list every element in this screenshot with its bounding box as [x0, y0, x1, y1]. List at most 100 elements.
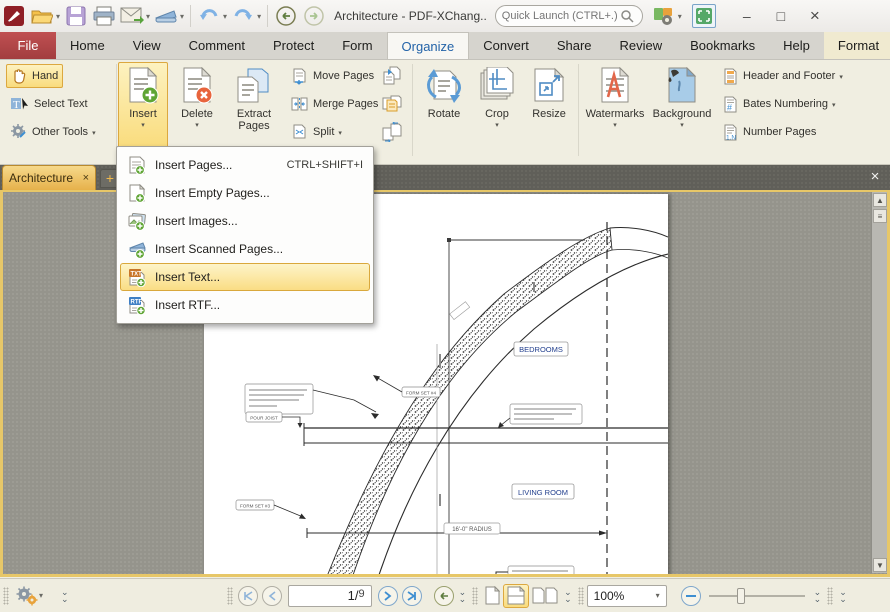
- previous-page-button[interactable]: [262, 586, 282, 606]
- select-text-button[interactable]: T Select Text: [6, 92, 93, 116]
- print-button[interactable]: [91, 3, 117, 29]
- customize-ui-button[interactable]: [651, 3, 677, 29]
- replace-pages-button[interactable]: [380, 92, 404, 116]
- statusbar-overflow-button[interactable]: ⌄⌄: [836, 584, 850, 608]
- forward-button[interactable]: [301, 3, 327, 29]
- other-tools-button[interactable]: Other Tools ▾: [6, 120, 101, 144]
- statusbar-handle[interactable]: [3, 587, 9, 605]
- fullscreen-button[interactable]: [692, 4, 716, 28]
- zoom-handle[interactable]: [578, 587, 584, 605]
- statusbar-options-caret[interactable]: ▾: [39, 591, 43, 600]
- document-tab-architecture[interactable]: Architecture ×: [2, 165, 96, 190]
- open-file-button[interactable]: [29, 3, 55, 29]
- resize-button[interactable]: Resize: [524, 62, 574, 148]
- watermarks-button[interactable]: Watermarks ▾: [584, 62, 646, 148]
- insert-button[interactable]: Insert ▾: [118, 62, 168, 148]
- quick-launch-box[interactable]: [495, 5, 643, 27]
- delete-button[interactable]: Delete ▾: [172, 62, 222, 148]
- tab-help[interactable]: Help: [769, 32, 824, 59]
- tab-share[interactable]: Share: [543, 32, 606, 59]
- undo-button[interactable]: [196, 3, 222, 29]
- menu-item-insert-scanned-pages[interactable]: Insert Scanned Pages...: [120, 235, 370, 263]
- split-button[interactable]: Split ▾: [286, 120, 347, 144]
- close-document-icon[interactable]: ×: [864, 167, 886, 187]
- layout-more-button[interactable]: ⌄⌄: [561, 584, 575, 608]
- merge-pages-button[interactable]: Merge Pages: [286, 92, 383, 116]
- redo-caret[interactable]: ▾: [257, 12, 261, 21]
- maximize-button[interactable]: □: [764, 3, 798, 29]
- tab-comment[interactable]: Comment: [175, 32, 259, 59]
- document-tab-close-icon[interactable]: ×: [83, 172, 89, 184]
- tab-bookmarks[interactable]: Bookmarks: [676, 32, 769, 59]
- quick-launch-input[interactable]: [502, 10, 620, 22]
- watermarks-label: Watermarks: [586, 108, 645, 120]
- scan-button[interactable]: [153, 3, 179, 29]
- last-page-button[interactable]: [402, 586, 422, 606]
- layout-handle[interactable]: [472, 587, 478, 605]
- scan-caret[interactable]: ▾: [180, 12, 184, 21]
- tab-protect[interactable]: Protect: [259, 32, 328, 59]
- scroll-down-icon[interactable]: ▼: [873, 558, 887, 572]
- menu-item-insert-pages[interactable]: Insert Pages... CTRL+SHIFT+I: [120, 151, 370, 179]
- single-page-layout-button[interactable]: [481, 584, 503, 608]
- menu-item-insert-rtf[interactable]: RTF Insert RTF...: [120, 291, 370, 319]
- zoom-slider-handle[interactable]: [737, 588, 745, 604]
- right-handle[interactable]: [827, 587, 833, 605]
- move-pages-button[interactable]: Move Pages: [286, 64, 379, 88]
- tab-review[interactable]: Review: [606, 32, 677, 59]
- tab-organize[interactable]: Organize: [387, 32, 470, 59]
- insert-label: Insert: [129, 108, 157, 120]
- rotate-button[interactable]: Rotate: [418, 62, 470, 148]
- tab-home[interactable]: Home: [56, 32, 119, 59]
- minimize-button[interactable]: –: [730, 3, 764, 29]
- extract-pages-button[interactable]: Extract Pages: [226, 62, 282, 148]
- statusbar-options-button[interactable]: ▾: [12, 584, 48, 608]
- bates-numbering-button[interactable]: # Bates Numbering ▾: [718, 92, 841, 116]
- redo-button[interactable]: [230, 3, 256, 29]
- menu-item-label: Insert Empty Pages...: [155, 186, 270, 200]
- vertical-scrollbar[interactable]: ▲ ≡ ▼: [871, 192, 887, 573]
- zoom-more-button[interactable]: ⌄⌄: [811, 584, 825, 608]
- hand-label: Hand: [32, 70, 58, 82]
- background-label: Background: [653, 108, 712, 120]
- scroll-up-icon[interactable]: ▲: [873, 193, 887, 207]
- first-page-button[interactable]: [238, 586, 258, 606]
- swap-pages-button[interactable]: [380, 120, 404, 144]
- email-caret[interactable]: ▾: [146, 12, 150, 21]
- close-button[interactable]: ×: [798, 3, 832, 29]
- fit-width-layout-button[interactable]: [503, 584, 529, 608]
- zoom-out-button[interactable]: [681, 586, 701, 606]
- number-pages-button[interactable]: 1.N Number Pages: [718, 120, 821, 144]
- save-button[interactable]: [63, 3, 89, 29]
- tab-format[interactable]: Format: [824, 32, 890, 59]
- menu-item-insert-images[interactable]: Insert Images...: [120, 207, 370, 235]
- gear-wrench-icon: [11, 124, 27, 140]
- scrollbar-options-icon[interactable]: ≡: [873, 209, 887, 223]
- zoom-slider[interactable]: [709, 595, 805, 597]
- menu-item-insert-text[interactable]: TXT Insert Text...: [120, 263, 370, 291]
- duplicate-pages-button[interactable]: [380, 64, 404, 88]
- double-chevron-down-icon-3: ⌄⌄: [564, 589, 572, 603]
- undo-caret[interactable]: ▾: [223, 12, 227, 21]
- two-page-layout-button[interactable]: [529, 584, 561, 608]
- page-number-input[interactable]: 1/9: [288, 585, 372, 607]
- zoom-level-select[interactable]: 100% ▾: [587, 585, 667, 607]
- header-footer-button[interactable]: Header and Footer ▾: [718, 64, 848, 88]
- crop-button[interactable]: Crop ▾: [474, 62, 520, 148]
- hand-tool-button[interactable]: Hand: [6, 64, 63, 88]
- tab-convert[interactable]: Convert: [469, 32, 543, 59]
- tab-file[interactable]: File: [0, 32, 56, 59]
- view-back-button[interactable]: [434, 586, 454, 606]
- tab-form[interactable]: Form: [328, 32, 386, 59]
- open-caret[interactable]: ▾: [56, 12, 60, 21]
- tab-view[interactable]: View: [119, 32, 175, 59]
- view-history-expand-button[interactable]: ⌄⌄: [456, 584, 470, 608]
- nav-handle[interactable]: [227, 587, 233, 605]
- customize-ui-caret[interactable]: ▾: [678, 12, 682, 21]
- email-button[interactable]: [119, 3, 145, 29]
- menu-item-insert-empty-pages[interactable]: Insert Empty Pages...: [120, 179, 370, 207]
- background-button[interactable]: Background ▾: [650, 62, 714, 148]
- back-button[interactable]: [273, 3, 299, 29]
- expand-toolbar-button[interactable]: ⌄⌄: [58, 584, 72, 608]
- next-page-button[interactable]: [378, 586, 398, 606]
